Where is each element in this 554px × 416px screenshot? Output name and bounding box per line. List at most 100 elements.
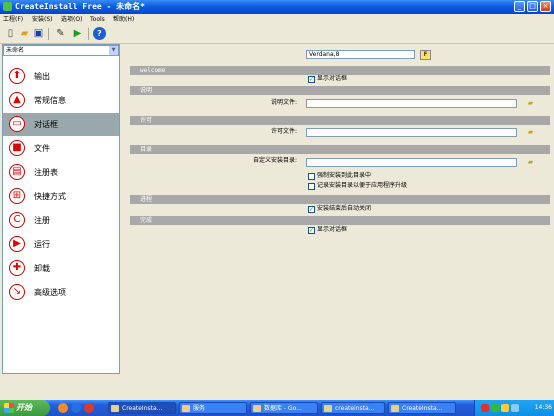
task-createinstall-2[interactable]: CreateInsta... xyxy=(388,402,456,414)
sidebar-item-uninstall[interactable]: ✚ 卸载 xyxy=(3,257,119,280)
windows-flag-icon xyxy=(4,403,14,413)
task-createinstall[interactable]: CreateInsta... xyxy=(108,402,176,414)
firefox-icon[interactable] xyxy=(58,403,68,413)
sidebar-item-label: 输出 xyxy=(34,72,50,81)
folder-icon: ■ xyxy=(9,140,25,156)
gear-icon xyxy=(182,405,190,412)
finish-show-label: 显示对话框 xyxy=(317,226,348,233)
sidebar-item-label: 文件 xyxy=(34,144,50,153)
auto-close-label: 安装结束后自动关闭 xyxy=(317,205,372,212)
readme-file-field[interactable] xyxy=(306,99,517,108)
sidebar-item-general[interactable]: ▲ 常规信息 xyxy=(3,89,119,112)
remember-dir-label: 记录安装目录以便于应用程序升级 xyxy=(317,182,408,189)
folder-icon xyxy=(324,405,332,412)
license-file-field[interactable] xyxy=(306,128,517,137)
task-database[interactable]: 数据库 - Go... xyxy=(250,402,318,414)
browser-icon[interactable] xyxy=(71,403,81,413)
maximize-button[interactable]: □ xyxy=(527,1,538,12)
window-title: CreateInstall Free - 未命名* xyxy=(15,2,145,11)
registry-icon: ▤ xyxy=(9,164,25,180)
sidebar-item-label: 高级选项 xyxy=(34,288,66,297)
section-license: 许可 xyxy=(130,116,550,125)
build-icon[interactable]: ▶ xyxy=(71,27,84,40)
finish-show-checkbox[interactable]: ✓ xyxy=(308,227,315,234)
sidebar-item-register[interactable]: C 注册 xyxy=(3,209,119,232)
chevron-down-icon[interactable]: ▼ xyxy=(109,46,118,55)
section-welcome: welcome xyxy=(130,66,550,75)
auto-close-checkbox[interactable]: ✓ xyxy=(308,206,315,213)
help-icon[interactable]: ? xyxy=(93,27,106,40)
start-button[interactable]: 开始 xyxy=(0,400,50,416)
close-button[interactable]: × xyxy=(540,1,551,12)
menu-help[interactable]: 帮助(H) xyxy=(113,15,134,24)
dialog-font-field[interactable]: Verdana,8 xyxy=(306,50,415,59)
sidebar-item-registry[interactable]: ▤ 注册表 xyxy=(3,161,119,184)
security-icon[interactable] xyxy=(481,404,489,412)
toolbar: ▯ ▰ ▣ ✎ ▶ ? xyxy=(0,25,554,44)
task-label: 服务 xyxy=(193,405,206,412)
browser-task-icon xyxy=(253,405,261,412)
toolbar-separator xyxy=(48,28,49,40)
sidebar-item-label: 常规信息 xyxy=(34,96,66,105)
title-bar[interactable]: CreateInstall Free - 未命名* _ □ × xyxy=(0,0,554,14)
menu-project[interactable]: 工程(F) xyxy=(3,15,23,24)
output-icon: ⬆ xyxy=(9,68,25,84)
section-finish: 完成 xyxy=(130,216,550,225)
task-label: 数据库 - Go... xyxy=(264,405,302,412)
volume-icon[interactable] xyxy=(501,404,509,412)
license-file-label: 许可文件: xyxy=(270,128,297,135)
section-title: 进程 xyxy=(140,196,153,203)
readme-file-label: 说明文件: xyxy=(270,99,297,106)
dialogs-panel: 对话框字体: Verdana,8 F welcome ✓ 显示对话框 说明 说明… xyxy=(121,44,554,374)
open-icon[interactable]: ▰ xyxy=(18,27,31,40)
custom-dir-label: 自定义安装目录: xyxy=(252,157,297,164)
toolbar-separator xyxy=(88,28,89,40)
sidebar-item-shortcuts[interactable]: ⊞ 快捷方式 xyxy=(3,185,119,208)
save-icon[interactable]: ▣ xyxy=(32,27,45,40)
sidebar-item-run[interactable]: ▶ 运行 xyxy=(3,233,119,256)
task-services[interactable]: 服务 xyxy=(179,402,247,414)
task-label: CreateInsta... xyxy=(122,405,163,412)
minimize-button[interactable]: _ xyxy=(514,1,525,12)
menu-install[interactable]: 安装(S) xyxy=(32,15,53,24)
sidebar-item-output[interactable]: ⬆ 输出 xyxy=(3,65,119,88)
general-icon: ▲ xyxy=(9,92,25,108)
sidebar-item-files[interactable]: ■ 文件 xyxy=(3,137,119,160)
folder-open-icon[interactable]: ▰ xyxy=(525,99,536,108)
font-picker-button[interactable]: F xyxy=(420,50,431,60)
section-title: 说明 xyxy=(140,87,153,94)
app-task-icon xyxy=(111,405,119,412)
advanced-icon: ↘ xyxy=(9,284,25,300)
run-icon: ▶ xyxy=(9,236,25,252)
project-select[interactable]: 未命名 ▼ xyxy=(3,45,119,56)
media-icon[interactable] xyxy=(84,403,94,413)
sidebar-item-label: 对话框 xyxy=(34,120,58,129)
ime-icon[interactable] xyxy=(511,404,519,412)
section-progress: 进程 xyxy=(130,195,550,204)
force-dir-checkbox[interactable] xyxy=(308,173,315,180)
section-title: 许可 xyxy=(140,117,153,124)
folder-open-icon[interactable]: ▰ xyxy=(525,158,536,167)
section-title: 完成 xyxy=(140,217,153,224)
system-tray: 14:36 xyxy=(474,400,554,416)
custom-dir-field[interactable] xyxy=(306,158,517,167)
script-icon[interactable]: ✎ xyxy=(54,27,67,40)
task-createinstall-folder[interactable]: createinsta... xyxy=(321,402,385,414)
project-select-value: 未命名 xyxy=(6,47,25,54)
section-readme: 说明 xyxy=(130,86,550,95)
force-dir-label: 强制安装到此目录中 xyxy=(317,172,372,179)
network-icon[interactable] xyxy=(491,404,499,412)
welcome-show-label: 显示对话框 xyxy=(317,75,348,82)
sidebar-item-label: 注册表 xyxy=(34,168,58,177)
menu-tools[interactable]: Tools xyxy=(90,15,105,24)
remember-dir-checkbox[interactable] xyxy=(308,183,315,190)
menu-options[interactable]: 选项(O) xyxy=(61,15,82,24)
new-icon[interactable]: ▯ xyxy=(4,27,17,40)
clock: 14:36 xyxy=(534,404,552,411)
section-directory: 目录 xyxy=(130,145,550,154)
sidebar-item-dialogs[interactable]: ▭ 对话框 xyxy=(3,113,119,136)
folder-open-icon[interactable]: ▰ xyxy=(525,128,536,137)
welcome-show-checkbox[interactable]: ✓ xyxy=(308,76,315,83)
task-label: createinsta... xyxy=(335,405,375,412)
sidebar-item-advanced[interactable]: ↘ 高级选项 xyxy=(3,281,119,304)
